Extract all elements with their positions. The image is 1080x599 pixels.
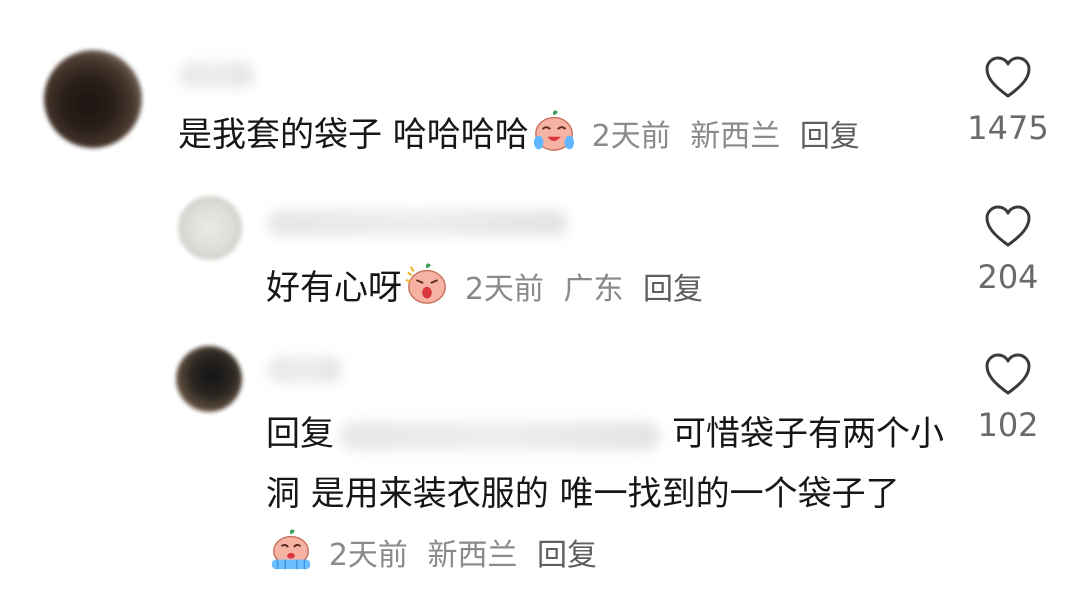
reply-button[interactable]: 回复	[643, 272, 703, 307]
comment-text: 好有心呀	[266, 268, 402, 308]
like-button[interactable]: 1475	[948, 55, 1068, 147]
comment-meta: 2天前 新西兰 回复	[592, 119, 870, 154]
blurred-username[interactable]	[268, 210, 568, 236]
comment-body: 是我套的袋子 哈哈哈哈 2天前 新西兰 回复	[178, 105, 870, 167]
comment-meta: 2天前 广东 回复	[465, 272, 713, 307]
comment-body: 回复 可惜袋子有两个小洞 是用来装衣服的 唯一找到的一个袋子了 2天前 新西兰 回…	[266, 404, 946, 586]
like-button[interactable]: 102	[948, 352, 1068, 444]
reply-button[interactable]: 回复	[537, 538, 597, 573]
heart-outline-icon	[985, 56, 1031, 98]
like-button[interactable]: 204	[948, 204, 1068, 296]
comment-meta: 2天前 新西兰 回复	[329, 538, 607, 573]
avatar[interactable]	[44, 50, 142, 148]
reply-prefix: 回复	[266, 414, 334, 454]
comment-body: 好有心呀 2天前 广东 回复	[266, 258, 713, 320]
comment-time: 2天前	[464, 272, 544, 307]
blurred-username[interactable]	[268, 357, 342, 383]
avatar[interactable]	[176, 346, 242, 412]
comment-time: 2天前	[591, 119, 671, 154]
comment-time: 2天前	[328, 538, 408, 573]
laughing-crying-emoji-icon	[533, 110, 574, 151]
like-count: 102	[977, 406, 1039, 444]
shouting-emoji-icon	[405, 263, 446, 304]
blurred-username[interactable]	[180, 62, 254, 88]
comment-text: 是我套的袋子 哈哈哈哈	[178, 115, 529, 155]
like-count: 204	[977, 258, 1039, 296]
heart-outline-icon	[985, 353, 1031, 395]
crying-emoji-icon	[271, 529, 311, 570]
like-count: 1475	[967, 109, 1049, 147]
reply-button[interactable]: 回复	[800, 119, 860, 154]
comment-location: 广东	[563, 272, 624, 307]
heart-outline-icon	[985, 205, 1031, 247]
comment-location: 新西兰	[690, 119, 781, 154]
blurred-mention[interactable]	[340, 421, 660, 450]
comment-location: 新西兰	[427, 538, 518, 573]
avatar[interactable]	[178, 196, 242, 260]
